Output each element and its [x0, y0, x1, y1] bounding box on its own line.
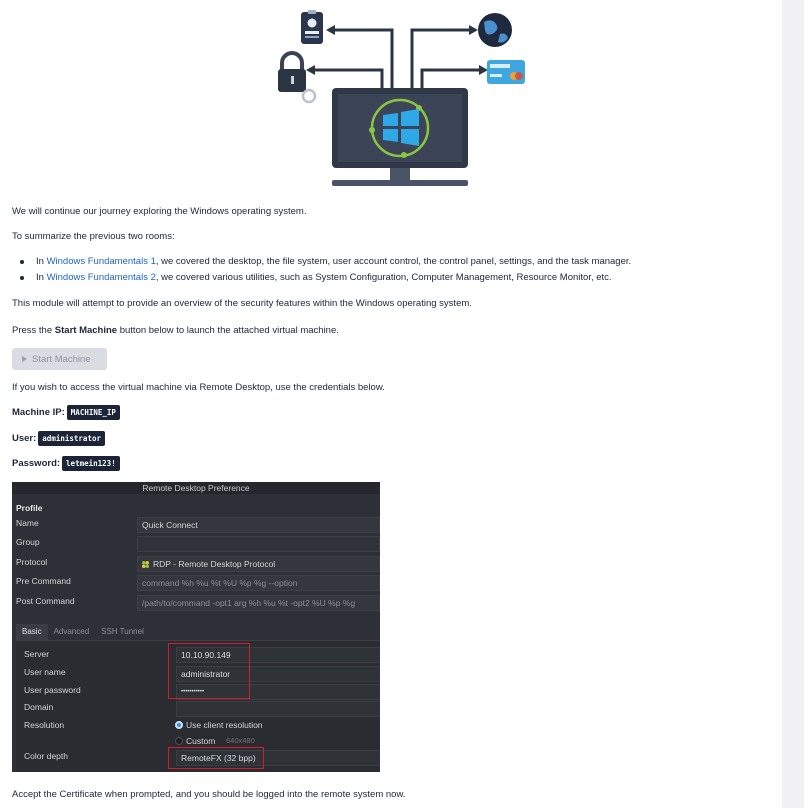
password-label: Password:	[12, 458, 61, 469]
press-start-text: Press the Start Machine button below to …	[12, 325, 339, 337]
monitor-icon	[332, 88, 468, 186]
play-icon	[22, 356, 27, 362]
tab-advanced: Advanced	[53, 627, 90, 636]
list-item-prefix: In	[36, 256, 47, 267]
windows-fundamentals-2-link[interactable]: Windows Fundamentals 2	[47, 272, 156, 283]
press-bold: Start Machine	[54, 325, 118, 336]
postcommand-label: Post Command	[16, 596, 75, 606]
client-resolution-radio	[175, 721, 183, 729]
remote-desktop-preference-screenshot: Remote Desktop Preference Profile Name Q…	[12, 482, 380, 772]
precommand-label: Pre Command	[16, 576, 71, 586]
credit-card-icon	[487, 60, 525, 84]
domain-label: Domain	[24, 702, 54, 712]
tab-ssh-tunnel: SSH Tunnel	[101, 627, 144, 636]
custom-resolution-value: 640x480	[226, 736, 255, 745]
windows-fundamentals-1-link[interactable]: Windows Fundamentals 1	[47, 256, 156, 267]
protocol-label: Protocol	[16, 557, 48, 567]
list-item-text: , we covered the desktop, the file syste…	[155, 256, 632, 267]
press-before: Press the	[12, 325, 55, 336]
machine-ip-value: MACHINE_IP	[66, 405, 120, 420]
previous-rooms-list: In Windows Fundamentals 1, we covered th…	[12, 256, 631, 288]
username-label: User name	[24, 667, 66, 677]
postcommand-field: /path/to/command -opt1 arg %h %u %t -opt…	[137, 595, 380, 611]
tab-basic: Basic	[16, 624, 48, 640]
rdp-hint-text: If you wish to access the virtual machin…	[12, 382, 385, 393]
colordepth-label: Color depth	[24, 751, 68, 761]
credentials-highlight-box	[168, 643, 250, 699]
name-label: Name	[16, 518, 39, 528]
intro-text: We will continue our journey exploring t…	[12, 206, 307, 217]
list-item: In Windows Fundamentals 2, we covered va…	[12, 272, 631, 284]
id-badge-icon	[301, 10, 323, 44]
precommand-field: command %h %u %t %U %p %g --option	[137, 575, 380, 591]
dialog-tabs: Basic Advanced SSH Tunnel	[16, 624, 150, 640]
list-item-text: , we covered various utilities, such as …	[155, 272, 612, 283]
padlock-icon	[278, 51, 317, 104]
profile-heading: Profile	[16, 503, 43, 513]
client-resolution-label: Use client resolution	[186, 720, 263, 730]
start-machine-label: Start Machine	[32, 353, 91, 365]
start-machine-button[interactable]: Start Machine	[12, 348, 107, 370]
group-label: Group	[16, 537, 40, 547]
accept-certificate-text: Accept the Certificate when prompted, an…	[12, 789, 406, 800]
page-scrollbar[interactable]	[782, 0, 804, 808]
list-item-prefix: In	[36, 272, 47, 283]
server-label: Server	[24, 649, 50, 659]
colordepth-highlight-box	[168, 747, 264, 769]
protocol-icon	[142, 561, 149, 568]
password-row: Password: letmein123!	[12, 456, 120, 471]
user-label: User:	[12, 433, 37, 444]
list-item: In Windows Fundamentals 1, we covered th…	[12, 256, 631, 268]
custom-resolution-radio	[175, 737, 183, 745]
password-value: letmein123!	[62, 456, 120, 471]
overview-text: This module will attempt to provide an o…	[12, 298, 472, 309]
user-value: administrator	[38, 431, 105, 446]
group-field	[137, 536, 380, 552]
windows-security-illustration	[278, 10, 525, 186]
resolution-label: Resolution	[24, 720, 65, 730]
protocol-field: RDP - Remote Desktop Protocol	[137, 556, 380, 572]
user-row: User: administrator	[12, 431, 105, 446]
domain-field	[176, 701, 380, 717]
custom-resolution-label: Custom	[186, 736, 216, 746]
summary-text: To summarize the previous two rooms:	[12, 231, 175, 242]
basic-panel: Server 10.10.90.149 User name administra…	[16, 640, 380, 772]
press-after: button below to launch the attached virt…	[117, 325, 339, 336]
dialog-title: Remote Desktop Preference	[12, 482, 380, 494]
user-password-label: User password	[24, 685, 81, 695]
protocol-value: RDP - Remote Desktop Protocol	[153, 559, 276, 569]
machine-ip-label: Machine IP:	[12, 407, 65, 418]
machine-ip-row: Machine IP: MACHINE_IP	[12, 405, 120, 420]
globe-icon	[478, 13, 512, 47]
name-field: Quick Connect	[137, 517, 380, 533]
